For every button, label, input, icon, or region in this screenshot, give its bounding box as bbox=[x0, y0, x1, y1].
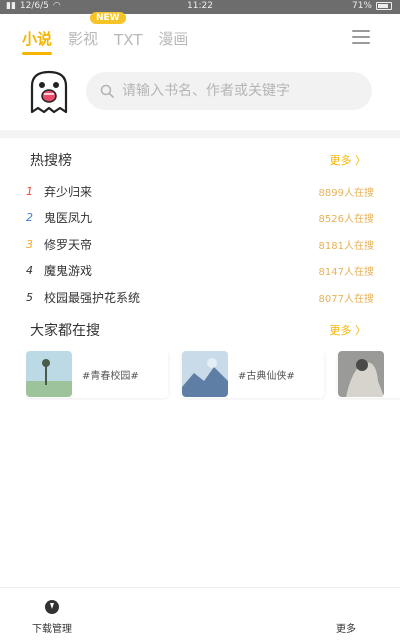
topic-card[interactable]: #古典仙侠# bbox=[182, 350, 324, 398]
card-thumbnail bbox=[182, 351, 228, 397]
more-nav-button[interactable]: 更多 bbox=[336, 600, 356, 635]
hot-rank: 5 bbox=[26, 290, 33, 304]
hot-title: 修罗天帝 bbox=[44, 237, 93, 252]
ghost-mascot-icon[interactable] bbox=[26, 68, 72, 114]
download-label: 下载管理 bbox=[32, 624, 72, 635]
section-divider bbox=[0, 130, 400, 138]
hot-count: 8077人在搜 bbox=[318, 293, 374, 305]
search-box[interactable] bbox=[86, 72, 372, 110]
more-icon bbox=[339, 600, 353, 614]
hot-item[interactable]: 2 鬼医凤九 8526人在搜 bbox=[26, 205, 374, 232]
hot-title: 魔鬼游戏 bbox=[44, 264, 93, 279]
topic-card[interactable] bbox=[338, 350, 400, 398]
tab-comic[interactable]: 漫画 bbox=[158, 28, 188, 49]
card-label: #古典仙侠# bbox=[238, 370, 295, 382]
hot-search-title: 热搜榜 bbox=[30, 153, 72, 169]
hot-list: 1 弃少归来 8899人在搜 2 鬼医凤九 8526人在搜 3 修罗天帝 818… bbox=[26, 178, 374, 311]
hot-title: 弃少归来 bbox=[44, 184, 93, 199]
hot-rank: 1 bbox=[26, 184, 33, 198]
card-thumbnail bbox=[338, 351, 384, 397]
popular-cards: #青春校园# #古典仙侠# bbox=[26, 350, 400, 400]
search-input[interactable] bbox=[122, 83, 352, 99]
category-tabs: 小说 影视 TXT 漫画 bbox=[22, 28, 188, 55]
card-label: #青春校园# bbox=[82, 370, 139, 382]
hot-rank: 3 bbox=[26, 237, 33, 251]
battery-icon bbox=[376, 2, 392, 10]
tab-novel[interactable]: 小说 bbox=[22, 28, 53, 55]
hot-count: 8526人在搜 bbox=[318, 214, 374, 226]
popular-more-link[interactable]: 更多 〉 bbox=[330, 322, 367, 338]
hot-item[interactable]: 5 校园最强护花系统 8077人在搜 bbox=[26, 284, 374, 311]
top-bar: 小说 影视 TXT 漫画 NEW bbox=[0, 12, 400, 64]
menu-icon[interactable] bbox=[352, 30, 370, 44]
hot-count: 8181人在搜 bbox=[318, 240, 374, 252]
hot-more-link[interactable]: 更多 〉 bbox=[330, 152, 367, 168]
card-thumbnail bbox=[26, 351, 72, 397]
search-icon bbox=[100, 84, 114, 98]
new-badge: NEW bbox=[90, 12, 126, 24]
hot-title: 鬼医凤九 bbox=[44, 211, 93, 226]
hot-rank: 2 bbox=[26, 211, 33, 225]
more-nav-label: 更多 bbox=[336, 624, 356, 635]
tab-txt[interactable]: TXT bbox=[114, 31, 142, 49]
status-bar: ▮▮ 12/6/5 ◠ 11:22 71% bbox=[0, 0, 400, 14]
download-icon bbox=[45, 600, 59, 614]
popular-title: 大家都在搜 bbox=[30, 323, 100, 339]
tab-video[interactable]: 影视 bbox=[68, 28, 98, 49]
hot-item[interactable]: 1 弃少归来 8899人在搜 bbox=[26, 178, 374, 205]
bottom-nav: 下载管理 更多 bbox=[0, 587, 400, 643]
hot-rank: 4 bbox=[26, 264, 33, 278]
download-manager-button[interactable]: 下载管理 bbox=[32, 600, 72, 635]
hot-title: 校园最强护花系统 bbox=[44, 290, 141, 305]
topic-card[interactable]: #青春校园# bbox=[26, 350, 168, 398]
hot-item[interactable]: 3 修罗天帝 8181人在搜 bbox=[26, 231, 374, 258]
battery-percent: 71% bbox=[351, 1, 372, 11]
status-right: 71% bbox=[352, 1, 392, 11]
hot-item[interactable]: 4 魔鬼游戏 8147人在搜 bbox=[26, 258, 374, 285]
status-time: 11:22 bbox=[187, 1, 213, 11]
hot-count: 8147人在搜 bbox=[318, 267, 374, 279]
hot-count: 8899人在搜 bbox=[318, 187, 374, 199]
search-row bbox=[0, 68, 400, 120]
